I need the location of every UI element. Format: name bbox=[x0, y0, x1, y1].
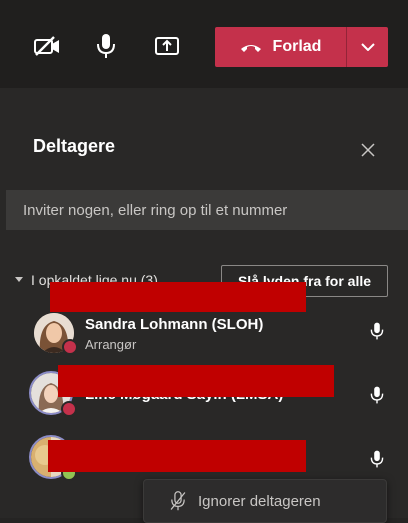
call-toolbar: Forlad bbox=[0, 0, 408, 88]
participant-mic-button[interactable] bbox=[367, 448, 387, 470]
share-screen-button[interactable] bbox=[149, 28, 185, 64]
leave-button[interactable]: Forlad bbox=[215, 27, 345, 67]
ignore-label: Ignorer deltageren bbox=[198, 492, 321, 510]
caret-down-icon bbox=[15, 277, 23, 282]
redaction-bar bbox=[58, 365, 334, 397]
ignore-participant-menu-item[interactable]: Ignorer deltageren bbox=[143, 479, 387, 523]
leave-label: Forlad bbox=[272, 38, 322, 55]
participant-name: Sandra Lohmann (SLOH) bbox=[85, 316, 264, 333]
close-panel-button[interactable] bbox=[358, 140, 378, 160]
microphone-icon bbox=[370, 450, 384, 468]
chevron-down-icon bbox=[360, 43, 375, 51]
leave-options-button[interactable] bbox=[347, 27, 388, 67]
redaction-bar bbox=[50, 282, 306, 312]
close-icon bbox=[361, 143, 375, 157]
participant-mic-button[interactable] bbox=[367, 320, 387, 342]
status-indicator bbox=[62, 339, 78, 355]
share-screen-icon bbox=[155, 37, 179, 55]
microphone-icon bbox=[370, 322, 384, 340]
invite-placeholder: Inviter nogen, eller ring op til et numm… bbox=[23, 201, 288, 219]
invite-input[interactable]: Inviter nogen, eller ring op til et numm… bbox=[6, 190, 408, 230]
panel-title: Deltagere bbox=[33, 136, 116, 156]
status-indicator bbox=[61, 401, 77, 417]
participant-mic-button[interactable] bbox=[367, 384, 387, 406]
participant-role: Arrangør bbox=[85, 337, 137, 352]
microphone-toggle-button[interactable] bbox=[88, 28, 124, 64]
camera-off-icon bbox=[34, 36, 59, 56]
microphone-icon bbox=[370, 386, 384, 404]
camera-toggle-button[interactable] bbox=[29, 28, 65, 64]
mute-icon bbox=[170, 491, 186, 511]
hang-up-icon bbox=[240, 45, 261, 52]
redaction-bar bbox=[48, 440, 306, 472]
leave-call-control: Forlad bbox=[215, 27, 388, 67]
microphone-icon bbox=[97, 34, 115, 58]
